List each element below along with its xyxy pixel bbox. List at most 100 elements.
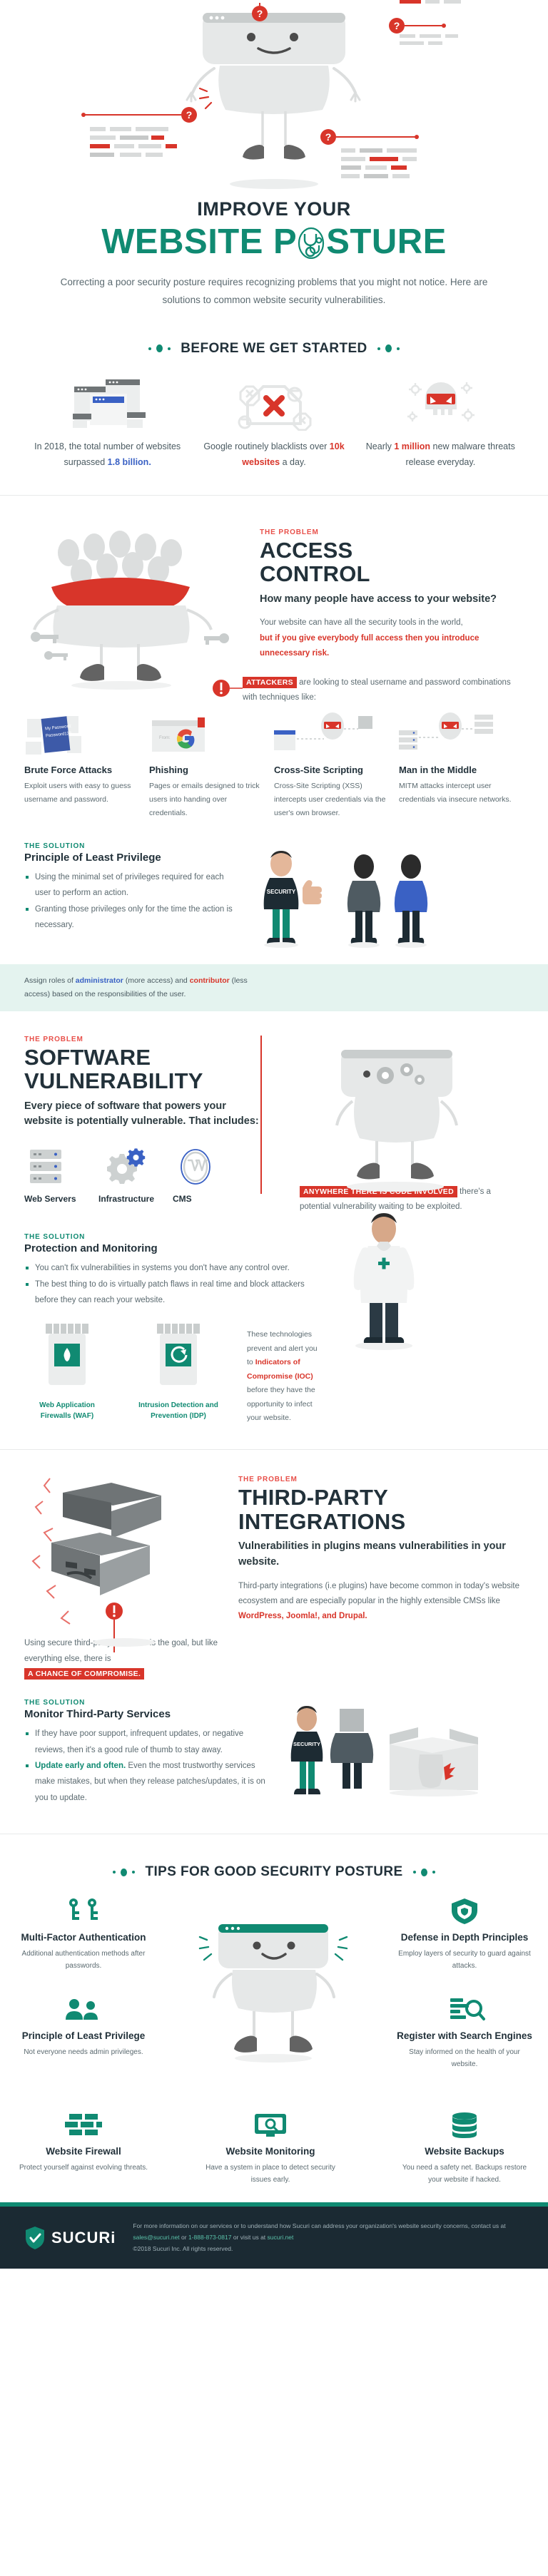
footer-p3: or visit us at: [231, 2233, 268, 2241]
sucuri-shield-icon: [26, 2226, 44, 2249]
access-control-title: ACCESS CONTROL: [260, 538, 524, 586]
firewall-brick-icon: [16, 2110, 151, 2138]
wordpress-icon: [173, 1145, 247, 1187]
protection-monitoring-text: THE SOLUTION Protection and Monitoring Y…: [24, 1233, 324, 1425]
security-people-illustration: SECURITY: [238, 842, 524, 953]
attack-card-mitm: Man in the Middle MITM attacks intercept…: [399, 712, 524, 821]
tip-website-monitoring: Website Monitoring Have a system in plac…: [203, 2110, 338, 2186]
stat-item-malware: Nearly 1 million new malware threats rel…: [357, 375, 524, 471]
tip-title: Register with Search Engines: [397, 2030, 532, 2042]
bullet: Granting those privileges only for the t…: [24, 901, 238, 934]
roles-p2: (more access) and: [123, 976, 190, 985]
software-vuln-subhead: Every piece of software that powers your…: [24, 1100, 259, 1128]
monitor-third-party-solution: THE SOLUTION Monitor Third-Party Service…: [0, 1699, 548, 1809]
attack-card-phishing: From: Phishing Pages or emails designed …: [149, 712, 274, 821]
pill-caption: Web Application Firewalls (WAF): [39, 1401, 95, 1421]
tip-desc: Protect yourself against evolving threat…: [19, 2164, 148, 2172]
mfa-key-icon: [16, 1896, 151, 1924]
stats-row: In 2018, the total number of websites su…: [0, 375, 548, 471]
phishing-email-icon: From:: [149, 712, 263, 756]
roles-band-text: Assign roles of administrator (more acce…: [24, 974, 260, 1001]
footer-email-link[interactable]: sales@sucuri.net: [133, 2234, 179, 2241]
access-control-subhead: How many people have access to your webs…: [260, 593, 497, 605]
attack-types-row: My Password: Password123 Brute Force Att…: [0, 712, 548, 821]
dots-left: [148, 344, 171, 353]
tip-least-privilege: Principle of Least Privilege Not everyon…: [16, 1994, 151, 2058]
access-control-title-l1: ACCESS: [260, 537, 353, 563]
bullet: If they have poor support, infrequent up…: [24, 1726, 267, 1758]
tip-title: Website Monitoring: [225, 2146, 315, 2157]
access-control-illustration: [24, 516, 260, 706]
doctor-illustration: [324, 1213, 524, 1425]
third-party-title: THIRD-PARTY INTEGRATIONS: [238, 1486, 524, 1533]
tip-website-firewall: Website Firewall Protect yourself agains…: [16, 2110, 151, 2174]
attack-card-xss: Cross-Site Scripting Cross-Site Scriptin…: [274, 712, 399, 821]
roles-band: Assign roles of administrator (more acce…: [0, 964, 548, 1011]
page-title-block: IMPROVE YOUR WEBSITE P STURE Correcting …: [0, 193, 548, 310]
page-title-large-part-a: WEBSITE P: [101, 223, 298, 261]
software-vuln-kicker: THE PROBLEM: [24, 1035, 83, 1043]
roles-contributor: contributor: [189, 976, 230, 985]
svg-text:?: ?: [186, 109, 193, 121]
shield-layers-icon: [397, 1896, 532, 1925]
tip-title: Defense in Depth Principles: [400, 1932, 529, 1943]
before-heading: BEFORE WE GET STARTED: [181, 340, 367, 356]
bullet: The best thing to do is virtually patch …: [24, 1277, 324, 1309]
access-control-kicker: THE PROBLEM: [260, 528, 319, 536]
attack-card-brute-force: My Password: Password123 Brute Force Att…: [24, 712, 149, 821]
firewall-flame-icon: [46, 1324, 88, 1386]
attack-desc: MITM attacks intercept user credentials …: [399, 781, 512, 804]
tip-desc: You need a safety net. Backups restore y…: [402, 2164, 527, 2184]
roles-p1: Assign roles of: [24, 976, 76, 985]
tips-grid: Multi-Factor Authentication Additional a…: [0, 1896, 548, 2202]
bullet: Update early and often. Even the most tr…: [24, 1758, 267, 1806]
pill-waf: Web Application Firewalls (WAF): [24, 1319, 110, 1425]
tip-desc: Not everyone needs admin privileges.: [24, 2048, 143, 2057]
bullet: You can't fix vulnerabilities in systems…: [24, 1260, 324, 1276]
page-title-small: IMPROVE YOUR: [197, 198, 351, 220]
section-third-party: THE PROBLEM THIRD-PARTY INTEGRATIONS Vul…: [0, 1471, 548, 1675]
svg-text:?: ?: [257, 8, 263, 19]
tip-register-search-engines: Register with Search Engines Stay inform…: [397, 1994, 532, 2070]
hero-website-character-svg: ? ? ? ?: [81, 0, 461, 189]
footer-site-link[interactable]: sucuri.net: [268, 2234, 294, 2241]
red-x-blacklist-icon: [191, 375, 357, 431]
tip-defense-in-depth: Defense in Depth Principles Employ layer…: [397, 1896, 532, 1972]
tip-desc: Stay informed on the health of your webs…: [409, 2048, 520, 2069]
least-privilege-title: Principle of Least Privilege: [24, 851, 161, 864]
stat-text: Nearly 1 million new malware threats rel…: [365, 441, 515, 467]
attack-desc: Cross-Site Scripting (XSS) intercepts us…: [274, 781, 386, 818]
bullet: Using the minimal set of privileges requ…: [24, 869, 238, 901]
divider: [0, 1449, 548, 1451]
intrusion-shield-icon: [157, 1324, 200, 1386]
footer-phone-link[interactable]: 1-888-873-0817: [188, 2234, 232, 2241]
pill-caption: Intrusion Detection and Prevention (IDP): [138, 1401, 218, 1421]
attack-desc: Exploit users with easy to guess usernam…: [24, 781, 131, 804]
access-control-title-l2: CONTROL: [260, 561, 370, 587]
hero-illustration: ? ? ? ?: [0, 0, 548, 193]
third-party-illustration: [24, 1471, 238, 1675]
stat-text: In 2018, the total number of websites su…: [34, 441, 181, 467]
tip-title: Principle of Least Privilege: [21, 2030, 146, 2042]
third-party-subhead: Vulnerabilities in plugins means vulnera…: [238, 1540, 506, 1568]
software-vuln-text: THE PROBLEM SOFTWARE VULNERABILITY Every…: [24, 1036, 260, 1253]
ac-body-normal: Your website can have all the security t…: [260, 618, 463, 628]
tip-desc: Additional authentication methods after …: [21, 1950, 146, 1971]
tp-body-red: WordPress, Joomla!, and Drupal.: [238, 1612, 367, 1621]
third-party-kicker: THE PROBLEM: [238, 1476, 298, 1484]
protection-pills-row: Web Application Firewalls (WAF) Intrusio…: [24, 1319, 324, 1425]
access-control-body: Your website can have all the security t…: [260, 615, 524, 661]
stat-item-websites: In 2018, the total number of websites su…: [24, 375, 191, 471]
page-title-large: WEBSITE P STURE: [0, 223, 548, 261]
roles-admin: administrator: [75, 976, 123, 985]
svg-text:?: ?: [325, 131, 332, 143]
sucuri-logo: SUCURi: [24, 2226, 116, 2250]
tip-website-backups: Website Backups You need a safety net. B…: [397, 2110, 532, 2186]
least-privilege-bullets: Using the minimal set of privileges requ…: [24, 869, 238, 934]
sv-title-l2: VULNERABILITY: [24, 1068, 203, 1094]
section-access-control: THE PROBLEM ACCESS CONTROL How many peop…: [0, 516, 548, 706]
least-privilege-kicker: THE SOLUTION: [24, 842, 86, 850]
search-engine-icon: [397, 1994, 532, 2023]
password-note-icon: My Password: Password123: [24, 712, 138, 756]
protection-monitoring-solution: THE SOLUTION Protection and Monitoring Y…: [0, 1213, 548, 1425]
